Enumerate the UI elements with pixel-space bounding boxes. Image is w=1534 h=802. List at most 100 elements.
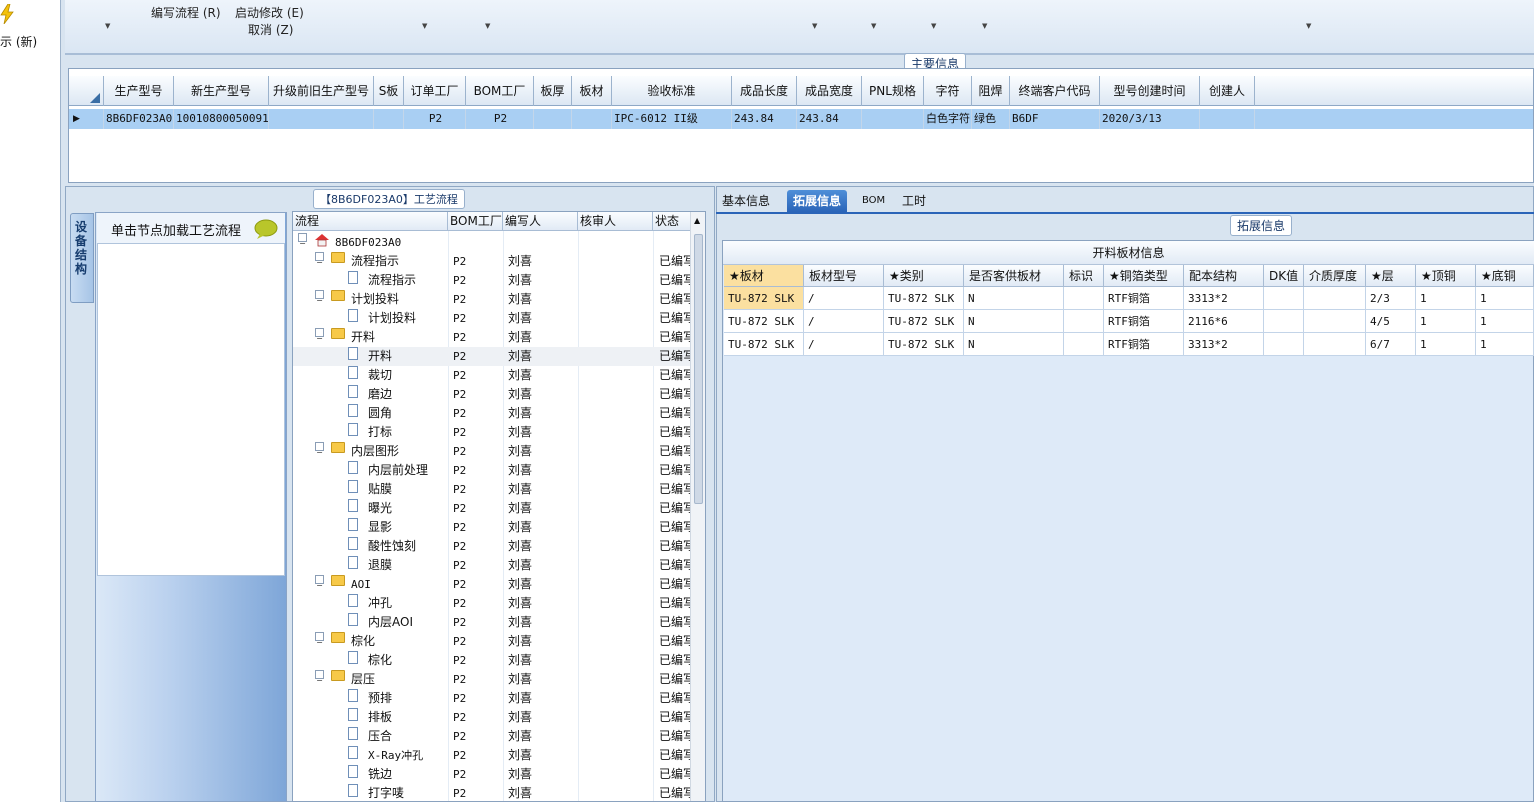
tree-row[interactable]: 显影 P2 刘喜 已编写 — [293, 518, 695, 537]
tab-extended-info[interactable]: 拓展信息 — [787, 190, 848, 212]
material-cell[interactable]: 2116*6 — [1184, 310, 1264, 333]
material-cell[interactable] — [1304, 287, 1366, 310]
main-cell[interactable] — [374, 109, 404, 129]
material-cell[interactable] — [1304, 333, 1366, 356]
tree-row[interactable]: 铣边 P2 刘喜 已编写 — [293, 765, 695, 784]
tree-row[interactable]: − 层压 P2 刘喜 已编写 — [293, 670, 695, 689]
material-cell[interactable]: TU-872 SLK — [724, 287, 804, 310]
main-cell[interactable]: 白色字符 — [924, 109, 972, 129]
dropdown-arrow-icon[interactable]: ▼ — [812, 22, 817, 30]
tree-row[interactable]: 裁切 P2 刘喜 已编写 — [293, 366, 695, 385]
tree-row[interactable]: − 棕化 P2 刘喜 已编写 — [293, 632, 695, 651]
material-cell[interactable]: TU-872 SLK — [884, 310, 964, 333]
main-col-header[interactable]: S板 — [374, 76, 404, 106]
tree-row[interactable]: 曝光 P2 刘喜 已编写 — [293, 499, 695, 518]
material-cell[interactable]: N — [964, 333, 1064, 356]
material-col-header[interactable]: ★板材 — [724, 265, 804, 287]
tree-row[interactable]: 棕化 P2 刘喜 已编写 — [293, 651, 695, 670]
main-col-header[interactable]: 创建人 — [1200, 76, 1255, 106]
tree-row[interactable]: 压合 P2 刘喜 已编写 — [293, 727, 695, 746]
tree-row[interactable]: 酸性蚀刻 P2 刘喜 已编写 — [293, 537, 695, 556]
material-cell[interactable]: RTF铜箔 — [1104, 310, 1184, 333]
main-col-header[interactable]: 订单工厂 — [404, 76, 466, 106]
material-cell[interactable]: 1 — [1416, 310, 1476, 333]
tree-row[interactable]: 流程指示 P2 刘喜 已编写 — [293, 271, 695, 290]
tree-row[interactable]: − AOI P2 刘喜 已编写 — [293, 575, 695, 594]
material-cell[interactable] — [1304, 310, 1366, 333]
material-cell[interactable]: 1 — [1416, 333, 1476, 356]
collapse-icon[interactable]: − — [315, 442, 324, 457]
material-col-header[interactable]: 板材型号 — [804, 265, 884, 287]
material-cell[interactable] — [1264, 333, 1304, 356]
material-cell[interactable]: 3313*2 — [1184, 333, 1264, 356]
tree-row[interactable]: − 内层图形 P2 刘喜 已编写 — [293, 442, 695, 461]
main-cell[interactable]: 243.84 — [797, 109, 862, 129]
cancel-button[interactable]: 取消 (Z) — [248, 21, 293, 38]
material-cell[interactable]: / — [804, 287, 884, 310]
tree-col-header[interactable]: BOM工厂 — [448, 212, 503, 231]
tree-col-header[interactable]: 编写人 — [503, 212, 578, 231]
material-cell[interactable]: / — [804, 310, 884, 333]
collapse-icon[interactable]: − — [315, 632, 324, 647]
material-cell[interactable]: RTF铜箔 — [1104, 287, 1184, 310]
row-selector-header[interactable] — [69, 76, 104, 106]
main-info-row-selected[interactable]: ▶ 8B6DF023A0 10010800050091 P2 P2 IPC-6012 I… — [69, 109, 1533, 129]
main-col-header[interactable]: 终端客户代码 — [1010, 76, 1100, 106]
scroll-up-icon[interactable]: ▲ — [694, 216, 700, 225]
tree-row[interactable]: 内层前处理 P2 刘喜 已编写 — [293, 461, 695, 480]
material-cell[interactable] — [1264, 287, 1304, 310]
main-col-header[interactable]: 型号创建时间 — [1100, 76, 1200, 106]
main-col-header[interactable]: 新生产型号 — [174, 76, 269, 106]
main-col-header[interactable]: 板材 — [572, 76, 612, 106]
main-col-header[interactable]: 阻焊 — [972, 76, 1010, 106]
main-col-header[interactable]: 生产型号 — [104, 76, 174, 106]
tree-row[interactable]: 打标 P2 刘喜 已编写 — [293, 423, 695, 442]
tree-row[interactable]: 计划投料 P2 刘喜 已编写 — [293, 309, 695, 328]
main-cell[interactable]: 绿色 — [972, 109, 1010, 129]
main-col-header[interactable]: PNL规格 — [862, 76, 924, 106]
material-row[interactable]: TU-872 SLK / TU-872 SLK N RTF铜箔 3313*2 6/7 1 1 — [724, 333, 1534, 356]
material-cell[interactable]: 1 — [1476, 310, 1534, 333]
material-row[interactable]: TU-872 SLK / TU-872 SLK N RTF铜箔 3313*2 2/3 1 1 — [724, 287, 1534, 310]
material-col-header[interactable]: ★底铜 — [1476, 265, 1534, 287]
material-cell[interactable]: TU-872 SLK — [884, 287, 964, 310]
dropdown-arrow-icon[interactable]: ▼ — [931, 22, 936, 30]
tab-bom[interactable]: BOM — [856, 190, 891, 212]
scroll-thumb[interactable] — [694, 234, 703, 504]
main-cell[interactable] — [534, 109, 572, 129]
dropdown-arrow-icon[interactable]: ▼ — [1306, 22, 1311, 30]
main-col-header[interactable]: 成品宽度 — [797, 76, 862, 106]
material-cell[interactable] — [1064, 333, 1104, 356]
material-cell[interactable]: 3313*2 — [1184, 287, 1264, 310]
tree-row[interactable]: 冲孔 P2 刘喜 已编写 — [293, 594, 695, 613]
equipment-structure-tab[interactable]: 设备结构 — [70, 213, 94, 303]
main-cell[interactable]: B6DF — [1010, 109, 1100, 129]
tree-row[interactable]: 内层AOI P2 刘喜 已编写 — [293, 613, 695, 632]
edit-flow-button[interactable]: 编写流程 (R) — [151, 4, 221, 21]
main-cell[interactable] — [269, 109, 374, 129]
load-flow-header[interactable]: 单击节点加载工艺流程 — [97, 213, 285, 243]
material-cell[interactable]: / — [804, 333, 884, 356]
material-cell[interactable]: 1 — [1416, 287, 1476, 310]
collapse-icon[interactable]: − — [298, 233, 307, 248]
main-cell[interactable]: IPC-6012 II级 — [612, 109, 732, 129]
tree-row[interactable]: 打字唛 P2 刘喜 已编写 — [293, 784, 695, 801]
material-cell[interactable]: RTF铜箔 — [1104, 333, 1184, 356]
material-col-header[interactable]: 标识 — [1064, 265, 1104, 287]
main-cell[interactable] — [862, 109, 924, 129]
tree-row[interactable]: − 计划投料 P2 刘喜 已编写 — [293, 290, 695, 309]
material-cell[interactable]: 6/7 — [1366, 333, 1416, 356]
material-cell[interactable]: 1 — [1476, 333, 1534, 356]
material-cell[interactable]: 2/3 — [1366, 287, 1416, 310]
material-cell[interactable]: 4/5 — [1366, 310, 1416, 333]
tree-row[interactable]: − 流程指示 P2 刘喜 已编写 — [293, 252, 695, 271]
tree-row[interactable]: 排板 P2 刘喜 已编写 — [293, 708, 695, 727]
start-modify-button[interactable]: 启动修改 (E) — [235, 4, 304, 21]
main-cell[interactable]: P2 — [466, 109, 534, 129]
tree-row[interactable]: 退膜 P2 刘喜 已编写 — [293, 556, 695, 575]
main-cell[interactable]: 10010800050091 — [174, 109, 269, 129]
tab-work-hours[interactable]: 工时 — [896, 190, 932, 212]
material-cell[interactable]: N — [964, 310, 1064, 333]
main-col-header[interactable]: 字符 — [924, 76, 972, 106]
material-col-header[interactable]: ★顶铜 — [1416, 265, 1476, 287]
